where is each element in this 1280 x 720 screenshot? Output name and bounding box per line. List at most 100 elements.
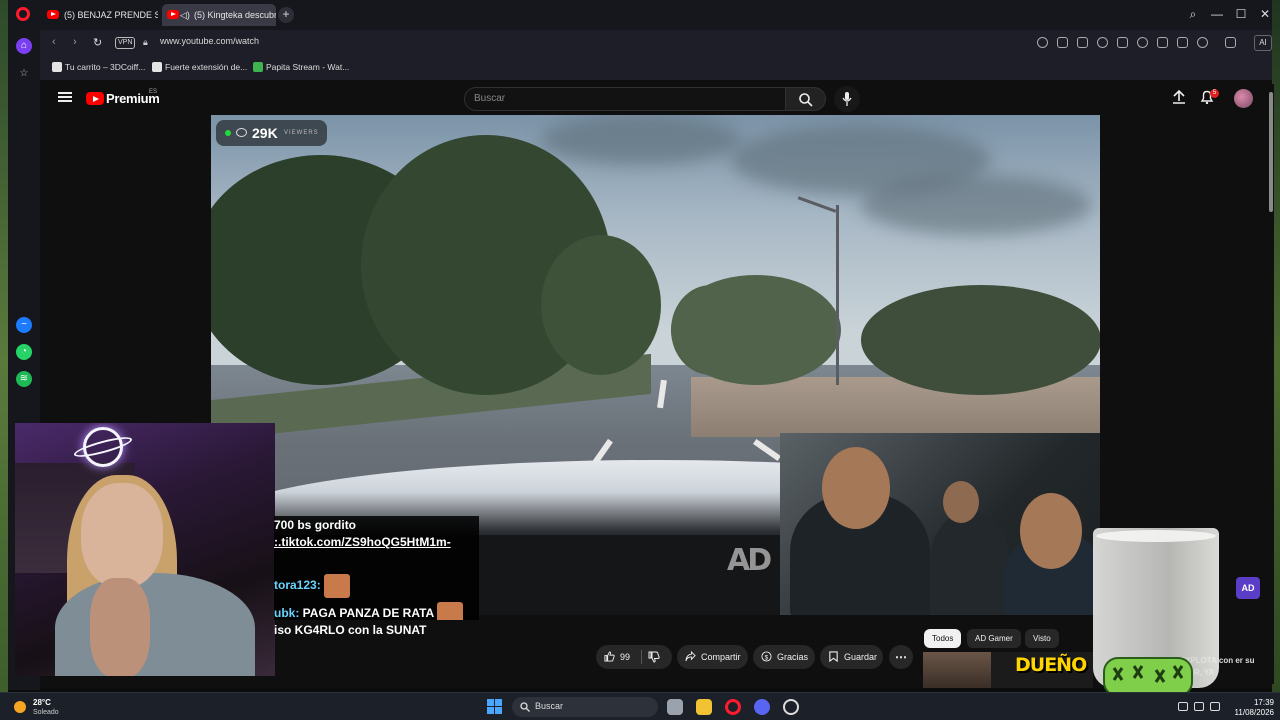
page-scrollbar[interactable] bbox=[1268, 84, 1274, 684]
hamburger-menu-icon[interactable] bbox=[58, 92, 72, 102]
speaker-icon[interactable]: ◁) bbox=[180, 4, 190, 26]
logo-pane bbox=[495, 707, 502, 714]
shield-icon[interactable] bbox=[1097, 37, 1108, 48]
extensions-icon[interactable] bbox=[1225, 37, 1236, 48]
messenger-icon[interactable]: ~ bbox=[16, 317, 32, 333]
windows-taskbar: 28°C Soleado Buscar 17:39 11/08/2026 bbox=[0, 692, 1280, 720]
thanks-button[interactable]: $ Gracias bbox=[753, 645, 815, 669]
like-button[interactable]: 99 bbox=[596, 645, 672, 669]
minimize-button[interactable]: — bbox=[1209, 7, 1225, 21]
bookmark-cart[interactable]: Tu carrito – 3DCoiff... bbox=[52, 62, 145, 72]
recommended-thumbnail[interactable]: DUEÑO bbox=[923, 652, 1093, 688]
reload-icon[interactable]: ↻ bbox=[93, 36, 102, 49]
chip-watched[interactable]: Visto bbox=[1025, 629, 1059, 648]
chat-message: 700 bs gordito bbox=[274, 518, 357, 532]
search-icon bbox=[799, 93, 813, 107]
chat-username: ubk: bbox=[274, 606, 300, 620]
head-right bbox=[1020, 493, 1082, 569]
chat-message: ubk: PAGA PANZA DE RATA bbox=[274, 602, 464, 620]
cloud bbox=[861, 175, 1091, 235]
opera-taskbar-icon[interactable] bbox=[725, 699, 741, 715]
favicon-icon bbox=[52, 62, 62, 72]
viewer-count-badge: 29K VIEWERS bbox=[216, 120, 327, 146]
search-input[interactable]: Buscar bbox=[464, 87, 786, 111]
weather-temperature[interactable]: 28°C bbox=[33, 698, 51, 707]
favicon-icon bbox=[152, 62, 162, 72]
url-field[interactable]: www.youtube.com/watch bbox=[160, 36, 259, 46]
back-icon[interactable]: ‹ bbox=[52, 36, 56, 48]
new-tab-button[interactable]: + bbox=[278, 7, 294, 23]
scrollbar-thumb[interactable] bbox=[1269, 92, 1273, 212]
tab-kingteka-active[interactable]: ◁) (5) Kingteka descubre bbox=[162, 4, 276, 26]
thumbs-down-icon[interactable] bbox=[648, 651, 660, 663]
sun-icon[interactable] bbox=[14, 701, 26, 713]
head-left bbox=[822, 447, 890, 529]
windows-start-icon[interactable] bbox=[487, 699, 503, 715]
edit-icon[interactable] bbox=[1057, 37, 1068, 48]
volume-icon[interactable] bbox=[1210, 702, 1220, 711]
clock-date: 11/08/2026 bbox=[1234, 708, 1274, 717]
forward-icon[interactable]: › bbox=[73, 36, 77, 48]
youtube-header: Premium ES Buscar 5 bbox=[40, 80, 1272, 116]
chip-all[interactable]: Todos bbox=[924, 629, 962, 648]
upload-icon[interactable] bbox=[1172, 90, 1186, 104]
more-actions-button[interactable]: ⋯ bbox=[889, 645, 913, 669]
tab-benjaz[interactable]: (5) BENJAZ PRENDE STREAM bbox=[42, 4, 158, 26]
weather-description[interactable]: Soleado bbox=[33, 709, 59, 716]
cloud bbox=[541, 115, 741, 165]
video-inset-camera bbox=[780, 433, 1100, 615]
whatsapp-icon[interactable]: ◔ bbox=[16, 344, 32, 360]
vpn-badge[interactable]: VPN bbox=[115, 37, 136, 49]
channel-ad-badge[interactable]: AD bbox=[1236, 577, 1260, 599]
steam-icon[interactable] bbox=[783, 699, 799, 715]
thumbnail-face bbox=[923, 652, 991, 688]
viewer-count: 29K bbox=[252, 125, 278, 141]
menu-icon[interactable] bbox=[1177, 37, 1188, 48]
chat-username: tora123: bbox=[274, 578, 321, 593]
zoom-icon[interactable] bbox=[1037, 37, 1048, 48]
close-window-button[interactable]: ✕ bbox=[1257, 7, 1273, 21]
chat-text: PAGA PANZA DE RATA bbox=[299, 606, 434, 620]
maximize-button[interactable]: ☐ bbox=[1233, 7, 1249, 21]
share-button[interactable]: Compartir bbox=[677, 645, 748, 669]
emote-icon bbox=[324, 574, 351, 598]
voice-search-button[interactable] bbox=[834, 86, 860, 112]
browser-tab-bar: (5) BENJAZ PRENDE STREAM ◁) (5) Kingteka… bbox=[8, 0, 1272, 30]
opera-logo-icon[interactable] bbox=[16, 7, 30, 21]
share-icon bbox=[685, 651, 696, 662]
bookmarks-bar: Tu carrito – 3DCoiff... Fuerte extensión… bbox=[40, 56, 1272, 80]
star-icon[interactable]: ☆ bbox=[16, 66, 32, 82]
search-button[interactable] bbox=[786, 87, 826, 111]
file-explorer-icon[interactable] bbox=[696, 699, 712, 715]
spotify-icon[interactable]: ≋ bbox=[16, 371, 32, 387]
youtube-logo-icon[interactable] bbox=[86, 92, 104, 105]
home-icon[interactable]: ⌂ bbox=[16, 38, 32, 54]
country-code: ES bbox=[149, 89, 158, 95]
system-clock[interactable]: 17:39 11/08/2026 bbox=[1230, 698, 1274, 718]
wifi-icon[interactable] bbox=[1194, 702, 1204, 711]
play-icon[interactable] bbox=[1117, 37, 1128, 48]
thumbnail-text: DUEÑO bbox=[1015, 654, 1087, 676]
save-button[interactable]: Guardar bbox=[820, 645, 883, 669]
tree bbox=[541, 235, 661, 375]
network-icon[interactable] bbox=[1178, 702, 1188, 711]
task-view-icon[interactable] bbox=[667, 699, 683, 715]
bookmark-papita[interactable]: Papita Stream - Wat... bbox=[253, 62, 349, 72]
lock-icon[interactable]: 🔒︎ bbox=[143, 37, 148, 48]
avatar[interactable] bbox=[1234, 89, 1253, 108]
search-tabs-icon[interactable]: ⌕ bbox=[1185, 7, 1201, 22]
camera-icon[interactable] bbox=[1077, 37, 1088, 48]
chip-ad-gamer[interactable]: AD Gamer bbox=[967, 629, 1021, 648]
search-placeholder: Buscar bbox=[474, 93, 506, 104]
bookmark-extension[interactable]: Fuerte extensión de... bbox=[152, 62, 247, 72]
microphone-icon bbox=[842, 92, 852, 106]
taskbar-search-input[interactable]: Buscar bbox=[512, 697, 658, 717]
profile-icon[interactable] bbox=[1197, 37, 1208, 48]
heart-icon[interactable] bbox=[1137, 37, 1148, 48]
video-watermark: AD bbox=[727, 543, 772, 578]
ai-button[interactable]: AI bbox=[1254, 35, 1272, 51]
download-icon[interactable] bbox=[1157, 37, 1168, 48]
streamer-body bbox=[55, 573, 255, 676]
person-middle bbox=[930, 513, 1010, 615]
discord-icon[interactable] bbox=[754, 699, 770, 715]
